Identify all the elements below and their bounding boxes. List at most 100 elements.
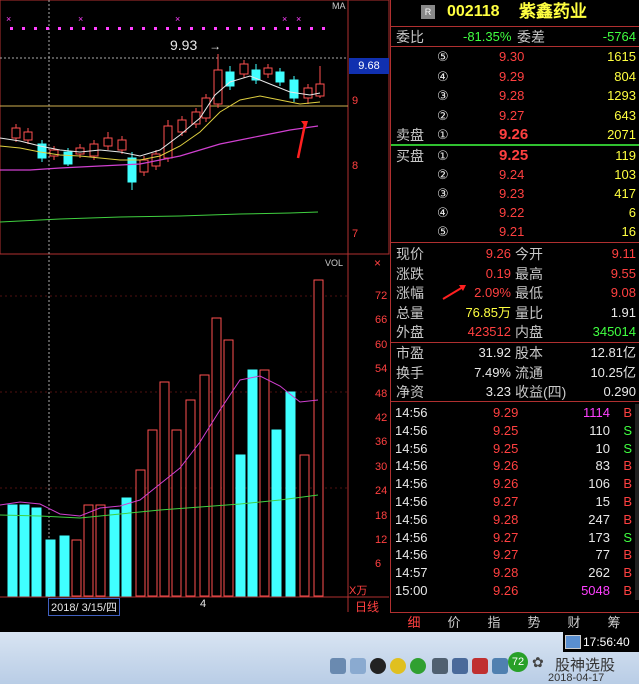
stat-row: 涨幅 2.09% 最低 9.08 [391, 284, 639, 302]
tick-vol: 106 [588, 476, 610, 492]
arrow-icon[interactable] [350, 658, 366, 674]
plus-icon[interactable] [390, 658, 406, 674]
vol-scroll-icon[interactable]: × [374, 256, 381, 270]
ask-vol: 1293 [607, 88, 636, 103]
period-label[interactable]: 日线 [355, 598, 379, 615]
tab-1[interactable]: 价 [434, 613, 474, 633]
fund-label: 市盈 [396, 345, 424, 361]
ask-num: ③ [437, 88, 449, 103]
kline-chart[interactable]: × × × × × [0, 0, 390, 612]
tab-0[interactable]: 细 [394, 613, 434, 633]
volume-bar [7, 504, 18, 597]
flag-icon[interactable] [472, 658, 488, 674]
event-dot [10, 27, 13, 30]
tick-side: B [623, 476, 632, 492]
clock-box[interactable]: 17:56:40 [563, 632, 639, 652]
volume-bar [147, 429, 158, 597]
candle-body [289, 79, 299, 99]
event-dot [58, 27, 61, 30]
tab-2[interactable]: 指 [474, 613, 514, 633]
keyboard-icon[interactable] [330, 658, 346, 674]
tick-vol: 110 [589, 422, 610, 438]
tick-vol: 5048 [581, 583, 610, 598]
ask-price: 9.27 [499, 107, 525, 123]
stat-row: 总量 76.85万 量比 1.91 [391, 304, 639, 322]
stat-value: 0.19 [485, 265, 511, 281]
tick-row: 14:56 9.28 247 B [391, 511, 639, 529]
event-dot [34, 27, 37, 30]
candle-body [303, 87, 313, 99]
volume-bar [259, 369, 270, 597]
event-dot [250, 27, 253, 30]
ask-num: ⑤ [437, 49, 449, 64]
event-dot [46, 27, 49, 30]
fund-row: 市盈 31.92 股本 12.81亿 [391, 344, 639, 362]
volume-bar [223, 339, 234, 597]
high-price-label: 9.93 [170, 37, 198, 53]
event-dot [94, 27, 97, 30]
battery-icon[interactable] [492, 658, 508, 674]
volume-bar [71, 539, 82, 597]
volume-bar [271, 429, 282, 597]
vol-axis-label: 6 [375, 558, 382, 571]
volume-bar [313, 279, 324, 597]
tick-time: 15:00 [395, 583, 428, 598]
date-label: 2018/ 3/15/四 [48, 598, 121, 616]
kline-chart-area[interactable]: × × × × × MA 9.93 → 9.68 9 8 7 VOL × 72 6… [0, 0, 390, 616]
tick-price: 9.26 [493, 476, 519, 492]
tick-time: 14:56 [395, 440, 428, 456]
event-dot [118, 27, 121, 30]
tab-5[interactable]: 筹 [594, 613, 634, 633]
tab-4[interactable]: 财 [554, 613, 594, 633]
fund-value: 12.81亿 [590, 345, 636, 360]
network-icon[interactable] [432, 658, 448, 674]
price-axis-8: 8 [352, 160, 359, 172]
bid-price: 9.23 [499, 186, 525, 201]
speaker-icon[interactable] [452, 658, 468, 674]
tick-price: 9.25 [493, 422, 519, 438]
svg-text:×: × [175, 14, 180, 24]
volume-bar [247, 369, 258, 597]
ask1-price: 9.26 [499, 126, 529, 143]
event-dot [298, 27, 301, 30]
tick-vol: 1114 [583, 405, 610, 420]
qq-icon[interactable] [370, 658, 386, 674]
badge-72[interactable]: 72 [508, 652, 528, 672]
tick-scrollbar[interactable] [635, 404, 639, 600]
quote-tabs: 细价指势财筹 [390, 612, 639, 633]
current-price-tag: 9.68 [349, 58, 389, 74]
tab-3[interactable]: 势 [514, 613, 554, 633]
weicha-value: -5764 [602, 29, 636, 44]
ask1-num: ① [437, 127, 449, 142]
ma60-line [0, 211, 319, 223]
tick-time: 14:56 [395, 511, 428, 527]
event-dot [322, 27, 325, 30]
bid-vol: 6 [628, 205, 636, 220]
tick-price: 9.28 [493, 511, 519, 527]
security-icon[interactable] [410, 658, 426, 674]
tick-side: S [623, 422, 632, 438]
bid-vol: 103 [614, 167, 636, 182]
ma-label: MA [332, 1, 346, 11]
vol-axis-label: 36 [375, 436, 388, 449]
candle-body [213, 69, 223, 105]
candle-body [63, 151, 73, 165]
ask-row: ⑤ 9.30 1615 [391, 48, 639, 66]
stat-label: 外盘 [396, 324, 424, 340]
event-dot [190, 27, 193, 30]
stat-value: 9.55 [610, 265, 636, 281]
fund-value: 31.92 [478, 345, 511, 360]
taskbar-date: 2018-04-17 [548, 672, 605, 684]
stat-label: 今开 [515, 246, 543, 262]
vol-unit: X万 [349, 585, 368, 597]
stat-value: 345014 [592, 324, 636, 339]
candle-body [103, 137, 113, 147]
bid-price: 9.21 [499, 224, 525, 239]
ask-row: ② 9.27 643 [391, 107, 639, 125]
price-axis-9: 9 [352, 95, 359, 107]
bid1-row: 买盘 ① 9.25 119 [391, 147, 639, 165]
ask1-label: 卖盘 [396, 127, 424, 143]
event-markers: × × × × × [6, 14, 301, 24]
tick-side: B [623, 494, 632, 509]
event-dot [202, 27, 205, 30]
